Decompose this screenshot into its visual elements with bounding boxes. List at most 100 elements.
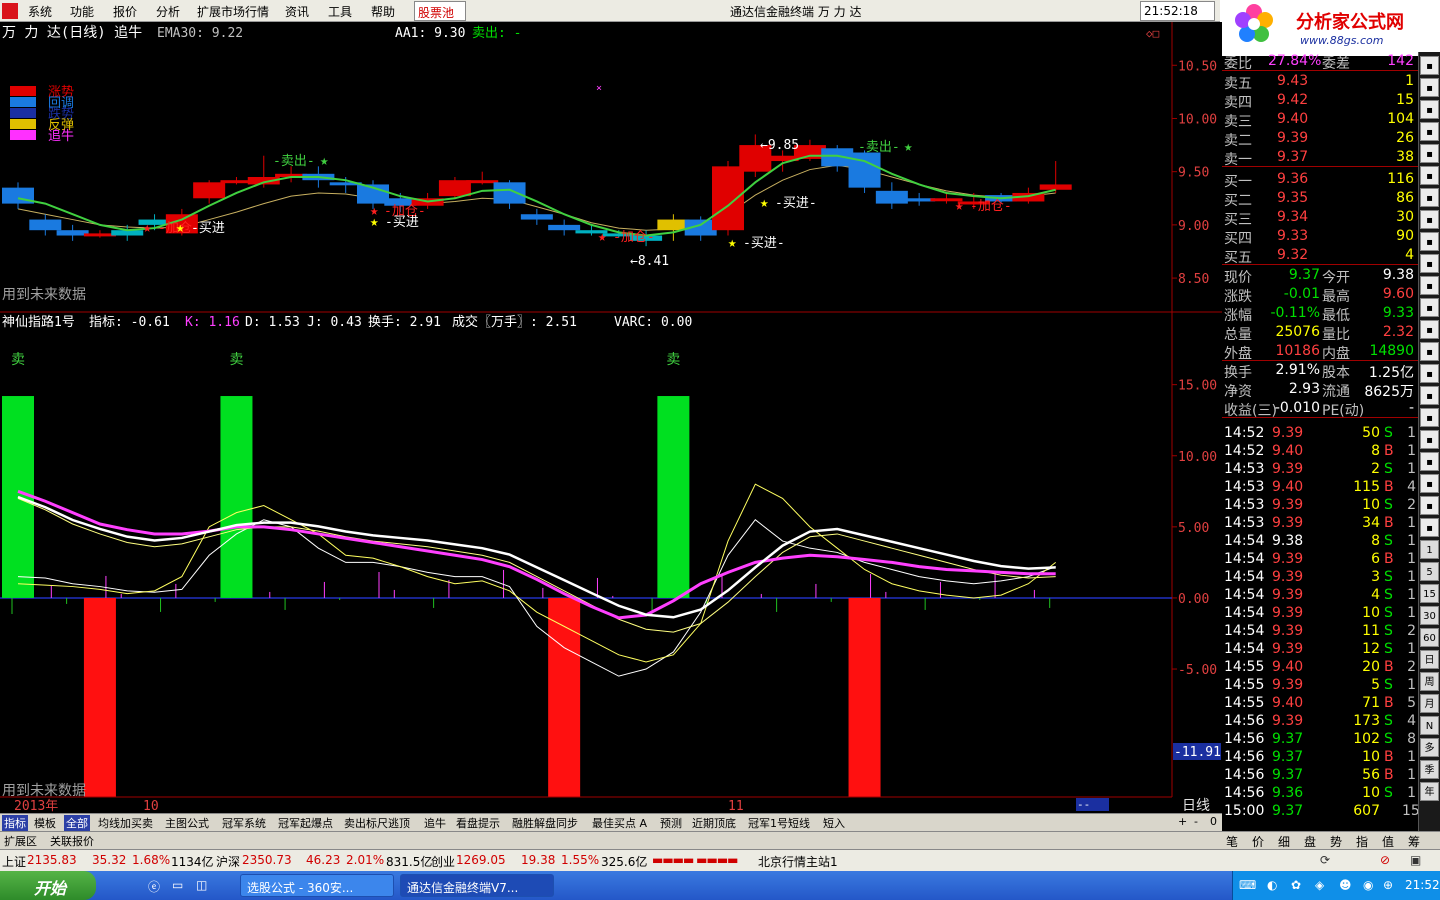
tab-control-1[interactable]: - — [1192, 815, 1200, 828]
period-button-30[interactable]: 30 — [1420, 606, 1439, 625]
tab-9[interactable]: 看盘提示 — [454, 815, 502, 831]
tool-icon[interactable]: ▪ — [1420, 232, 1439, 251]
tool-icon[interactable]: ▪ — [1420, 78, 1439, 97]
period-button-N[interactable]: N — [1420, 716, 1439, 735]
quote-tab-3[interactable]: 盘 — [1302, 833, 1318, 850]
tab-1[interactable]: 模板 — [32, 815, 58, 831]
tool-icon[interactable]: ▪ — [1420, 144, 1439, 163]
tool-icon[interactable]: ▪ — [1420, 496, 1439, 515]
tab-12[interactable]: 预测 — [658, 815, 684, 831]
refresh-icon[interactable]: ⟳ — [1320, 853, 1330, 867]
tool-icon[interactable]: ▪ — [1420, 166, 1439, 185]
tool-icon[interactable]: ▪ — [1420, 452, 1439, 471]
subtab-1[interactable]: 关联报价 — [48, 833, 96, 849]
quote-tab-5[interactable]: 指 — [1354, 833, 1370, 850]
price-axis-label: 8.50 — [1178, 272, 1209, 287]
tab-10[interactable]: 融胜解盘同步 — [510, 815, 580, 831]
tool-icon[interactable]: ▪ — [1420, 56, 1439, 75]
tool-icon[interactable]: ▪ — [1420, 188, 1439, 207]
period-button-1[interactable]: 1 — [1420, 540, 1439, 559]
quote-tab-6[interactable]: 值 — [1380, 833, 1396, 850]
subtab-0[interactable]: 扩展区 — [2, 833, 39, 849]
tray-app-icon[interactable]: ✿ — [1291, 878, 1301, 892]
chart-area[interactable]: 10.50 10.00 9.50 9.00 8.50 ★ -加仓- ★ -买进 -卖出- ★ ★ -加仓… — [0, 22, 1222, 813]
tool-icon[interactable]: ▪ — [1420, 408, 1439, 427]
tab-14[interactable]: 冠军1号短线 — [746, 815, 812, 831]
menu-analysis[interactable]: 分析 — [156, 3, 180, 20]
tray-shield-icon[interactable]: ◐ — [1267, 878, 1277, 892]
tab-control-2[interactable]: 0 — [1208, 815, 1219, 828]
hs-amount: 831.5亿 — [386, 855, 433, 869]
quote-tab-1[interactable]: 价 — [1250, 833, 1266, 850]
add-label: -加仓- — [970, 199, 1012, 214]
stock-pool-button[interactable]: 股票池 — [414, 1, 466, 21]
tab-5[interactable]: 冠军系统 — [220, 815, 268, 831]
menu-function[interactable]: 功能 — [70, 3, 94, 20]
quote-tab-7[interactable]: 筹 — [1406, 833, 1422, 850]
start-button[interactable]: 开始 — [0, 871, 96, 900]
tool-icon[interactable]: ▪ — [1420, 276, 1439, 295]
tray-network-icon[interactable]: ◈ — [1315, 878, 1324, 892]
tab-6[interactable]: 冠军起爆点 — [276, 815, 335, 831]
server-station[interactable]: 北京行情主站1 — [758, 853, 838, 870]
sell-bar — [220, 396, 253, 598]
period-button-5[interactable]: 5 — [1420, 562, 1439, 581]
tick-row: 14:56 9.36 10 S 1 — [1224, 785, 1416, 801]
task-tdx-terminal[interactable]: 通达信金融终端V7... — [400, 874, 554, 897]
period-button-月[interactable]: 月 — [1420, 694, 1439, 713]
panel-close-icon[interactable]: ◇□ — [1146, 27, 1160, 40]
sell-mark: 卖 — [11, 352, 25, 368]
menu-help[interactable]: 帮助 — [371, 3, 395, 20]
cycle-label[interactable]: 日线 — [1182, 798, 1210, 813]
alert-icon[interactable]: ⊘ — [1380, 853, 1390, 867]
tool-icon[interactable]: ▪ — [1420, 430, 1439, 449]
tab-control-0[interactable]: + — [1176, 815, 1189, 828]
menu-info[interactable]: 资讯 — [285, 3, 309, 20]
period-button-年[interactable]: 年 — [1420, 782, 1439, 801]
menu-tools[interactable]: 工具 — [328, 3, 352, 20]
tab-2[interactable]: 全部 — [64, 815, 90, 831]
period-button-多[interactable]: 多 — [1420, 738, 1439, 757]
period-button-季[interactable]: 季 — [1420, 760, 1439, 779]
menu-system[interactable]: 系统 — [28, 3, 52, 20]
tray-volume-icon[interactable]: ◉ — [1363, 878, 1373, 892]
quote-tab-2[interactable]: 细 — [1276, 833, 1292, 850]
quote-tab-0[interactable]: 笔 — [1224, 833, 1240, 850]
task-formula-browser[interactable]: 选股公式 - 360安... — [240, 874, 394, 897]
tab-15[interactable]: 短入 — [821, 815, 847, 831]
quote-tab-4[interactable]: 势 — [1328, 833, 1344, 850]
tool-icon[interactable]: ▪ — [1420, 320, 1439, 339]
tab-11[interactable]: 最佳买点 A — [590, 815, 649, 831]
tab-3[interactable]: 均线加买卖 — [96, 815, 155, 831]
tray-add-icon[interactable]: ⊕ — [1383, 878, 1393, 892]
tool-icon[interactable]: ▪ — [1420, 122, 1439, 141]
tab-8[interactable]: 追牛 — [422, 815, 448, 831]
tab-13[interactable]: 近期顶底 — [690, 815, 738, 831]
tray-qq-icon[interactable]: ☻ — [1339, 878, 1352, 892]
quote-panel: 委比 27.84% 委差 142 卖五 9.43 1 卖四 9.42 15 卖三 9.40 104 卖二 9… — [1222, 52, 1420, 822]
expand-icon[interactable]: ▣ — [1410, 853, 1421, 867]
period-button-15[interactable]: 15 — [1420, 584, 1439, 603]
tool-icon[interactable]: ▪ — [1420, 254, 1439, 273]
tool-icon[interactable]: ▪ — [1420, 210, 1439, 229]
tab-0[interactable]: 指标 — [2, 815, 28, 831]
ie-icon[interactable]: ⓔ — [148, 878, 160, 895]
period-button-周[interactable]: 周 — [1420, 672, 1439, 691]
tool-icon[interactable]: ▪ — [1420, 364, 1439, 383]
tool-icon[interactable]: ▪ — [1420, 474, 1439, 493]
clock: 21:52:18 ... — [1140, 1, 1215, 32]
tab-4[interactable]: 主图公式 — [163, 815, 211, 831]
media-icon[interactable]: ◫ — [196, 878, 207, 892]
tool-icon[interactable]: ▪ — [1420, 342, 1439, 361]
tool-icon[interactable]: ▪ — [1420, 100, 1439, 119]
menu-ext-market[interactable]: 扩展市场行情 — [197, 3, 269, 20]
tool-icon[interactable]: ▪ — [1420, 298, 1439, 317]
tab-7[interactable]: 卖出标尺逃顶 — [342, 815, 412, 831]
desktop-icon[interactable]: ▭ — [172, 878, 183, 892]
period-button-60[interactable]: 60 — [1420, 628, 1439, 647]
period-button-日[interactable]: 日 — [1420, 650, 1439, 669]
tool-icon[interactable]: ▪ — [1420, 386, 1439, 405]
menu-quote[interactable]: 报价 — [113, 3, 137, 20]
tray-keyboard-icon[interactable]: ⌨ — [1239, 878, 1256, 892]
tool-icon[interactable]: ▪ — [1420, 518, 1439, 537]
